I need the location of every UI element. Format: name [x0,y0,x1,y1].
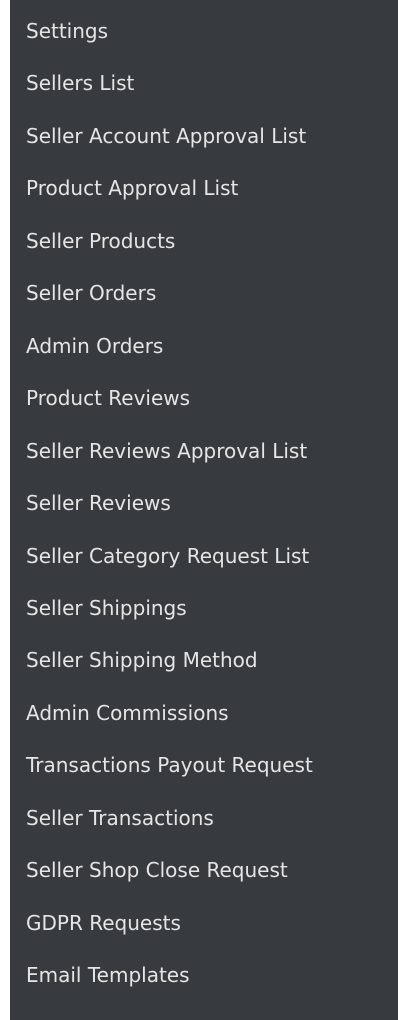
sidebar-item-seller-shippings[interactable]: Seller Shippings [10,584,398,632]
sidebar-item-label: Transactions Payout Request [26,753,313,778]
sidebar-item-product-approval-list[interactable]: Product Approval List [10,164,398,212]
sidebar-item-seller-products[interactable]: Seller Products [10,217,398,265]
sidebar-item-product-reviews[interactable]: Product Reviews [10,374,398,422]
sidebar-item-label: Admin Orders [26,333,164,358]
sidebar-item-email-templates[interactable]: Email Templates [10,951,398,999]
sidebar-item-label: Seller Account Approval List [26,123,307,148]
sidebar-item-label: Seller Transactions [26,805,214,830]
sidebar-item-label: Seller Orders [26,281,157,306]
sidebar-item-seller-shop-close-request[interactable]: Seller Shop Close Request [10,846,398,894]
sidebar-item-label: Seller Reviews Approval List [26,438,308,463]
sidebar-item-label: Seller Reviews [26,491,171,516]
sidebar-item-seller-transactions[interactable]: Seller Transactions [10,794,398,842]
sidebar-item-label: Product Reviews [26,386,191,411]
sidebar-item-sellers-list[interactable]: Sellers List [10,59,398,107]
sidebar-item-gdpr-requests[interactable]: GDPR Requests [10,899,398,947]
sidebar-item-seller-orders[interactable]: Seller Orders [10,269,398,317]
sidebar-item-label: Seller Shipping Method [26,648,258,673]
admin-page: Settings Sellers List Seller Account App… [0,0,398,1020]
sidebar-item-seller-category-request-list[interactable]: Seller Category Request List [10,532,398,580]
sidebar-item-label: Seller Products [26,228,176,253]
sidebar-item-label: Product Approval List [26,176,239,201]
sidebar-item-seller-shipping-method[interactable]: Seller Shipping Method [10,636,398,684]
sidebar-item-settings[interactable]: Settings [10,7,398,55]
sidebar-item-seller-reviews[interactable]: Seller Reviews [10,479,398,527]
sidebar-item-label: Seller Shop Close Request [26,858,288,883]
sidebar-item-label: Settings [26,19,109,43]
sidebar-item-label: Seller Category Request List [26,543,310,568]
sidebar-item-admin-orders[interactable]: Admin Orders [10,322,398,370]
sidebar-submenu: Settings Sellers List Seller Account App… [10,0,398,1020]
sidebar-item-seller-account-approval-list[interactable]: Seller Account Approval List [10,112,398,160]
sidebar-item-label: GDPR Requests [26,910,181,935]
sidebar-item-label: Seller Shippings [26,595,187,620]
sidebar-item-admin-commissions[interactable]: Admin Commissions [10,689,398,737]
sidebar-item-transactions-payout-request[interactable]: Transactions Payout Request [10,741,398,789]
sidebar-item-label: Email Templates [26,963,190,988]
sidebar-item-label: Admin Commissions [26,700,229,725]
sidebar-item-seller-reviews-approval-list[interactable]: Seller Reviews Approval List [10,427,398,475]
sidebar-item-label: Sellers List [26,71,135,96]
